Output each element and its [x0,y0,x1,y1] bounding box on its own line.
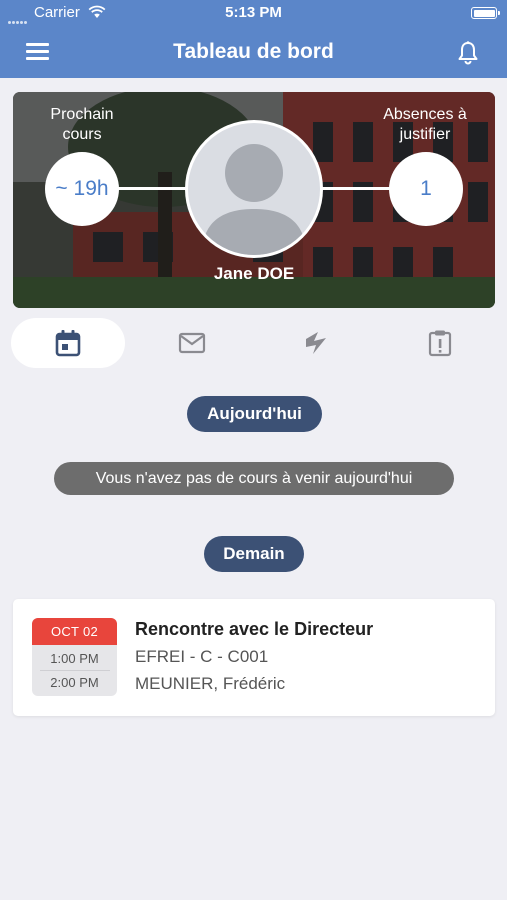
clipboard-alert-icon [428,330,452,357]
tab-calendar[interactable] [11,318,125,368]
avatar[interactable] [185,120,323,258]
user-placeholder-icon [202,144,306,255]
event-start-time: 1:00 PM [50,651,99,666]
status-bar: Carrier 5:13 PM [0,0,507,26]
calendar-icon [55,330,81,357]
event-teacher: MEUNIER, Frédéric [135,674,286,693]
no-course-notice: Vous n'avez pas de cours à venir aujourd… [54,462,454,495]
mail-icon [178,332,206,354]
connector-line-right [321,187,391,190]
tomorrow-section-label: Demain [204,536,304,572]
bell-icon [458,41,478,65]
battery-icon [471,7,500,19]
event-card[interactable]: OCT 02 1:00 PM 2:00 PM Rencontre avec le… [13,599,495,716]
page-title: Tableau de bord [173,40,334,63]
app-header: Carrier 5:13 PM Tableau de bord [0,0,507,78]
absences-label: Absences à justifier [383,106,467,143]
dashboard-hero: Prochain cours Absences à justifier ~ 19… [13,92,495,308]
event-date: OCT 02 [32,618,117,645]
today-section-label: Aujourd'hui [187,396,322,432]
event-title: Rencontre avec le Directeur [135,619,374,639]
absences-count[interactable]: 1 [389,152,463,226]
user-name: Jane DOE [213,264,295,283]
next-course-value[interactable]: ~ 19h [45,152,119,226]
tab-messages[interactable] [135,318,249,368]
tab-grades[interactable] [259,318,373,368]
event-room: EFREI - C - C001 [135,647,269,666]
lightning-icon [306,332,326,354]
event-end-time: 2:00 PM [50,675,99,690]
status-time: 5:13 PM [225,4,282,21]
next-course-label: Prochain cours [50,106,114,143]
connector-line-left [117,187,187,190]
event-date-badge: OCT 02 1:00 PM 2:00 PM [32,618,117,696]
tab-absences[interactable] [383,318,497,368]
dashboard-tabs [0,318,507,368]
nav-bar: Tableau de bord [0,26,507,78]
notifications-button[interactable] [455,40,481,66]
